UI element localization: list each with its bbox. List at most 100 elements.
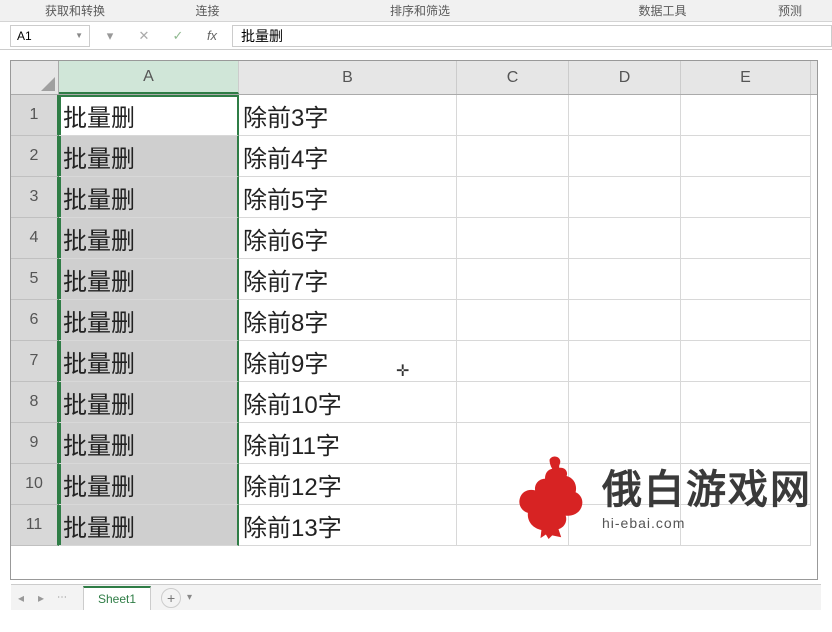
sheet-tab-bar: ◂ ▸ ⋯ Sheet1 + ▾ — [11, 584, 821, 610]
tab-prev-icon[interactable]: ◂ — [11, 591, 31, 605]
cell-b[interactable]: 除前10字 — [239, 382, 457, 423]
cell-d[interactable] — [569, 464, 681, 505]
table-row: 11批量删除前13字 — [11, 505, 817, 546]
ribbon-group-sort: 排序和筛选 — [265, 2, 575, 19]
row-header[interactable]: 6 — [11, 300, 59, 341]
col-header-e[interactable]: E — [681, 61, 811, 94]
col-header-c[interactable]: C — [457, 61, 569, 94]
cell-c[interactable] — [457, 464, 569, 505]
cell-b[interactable]: 除前12字 — [239, 464, 457, 505]
col-header-a[interactable]: A — [59, 61, 239, 94]
cancel-icon[interactable]: ✕ — [130, 25, 158, 47]
cell-d[interactable] — [569, 218, 681, 259]
cell-c[interactable] — [457, 382, 569, 423]
name-box-value: A1 — [17, 29, 32, 43]
row-header[interactable]: 9 — [11, 423, 59, 464]
tab-next-icon[interactable]: ▸ — [31, 591, 51, 605]
formula-dropdown[interactable]: ▾ — [96, 25, 124, 47]
cell-a[interactable]: 批量删 — [59, 95, 239, 136]
cell-a[interactable]: 批量删 — [59, 341, 239, 382]
cell-a[interactable]: 批量删 — [59, 382, 239, 423]
cell-d[interactable] — [569, 95, 681, 136]
cell-b[interactable]: 除前5字 — [239, 177, 457, 218]
cell-d[interactable] — [569, 259, 681, 300]
cell-d[interactable] — [569, 177, 681, 218]
cell-b[interactable]: 除前8字 — [239, 300, 457, 341]
cell-d[interactable] — [569, 300, 681, 341]
cell-e[interactable] — [681, 505, 811, 546]
sheet-tab[interactable]: Sheet1 — [83, 586, 151, 610]
select-all-corner[interactable] — [11, 61, 59, 94]
cell-c[interactable] — [457, 259, 569, 300]
cell-a[interactable]: 批量删 — [59, 177, 239, 218]
cell-b[interactable]: 除前7字 — [239, 259, 457, 300]
row-header[interactable]: 5 — [11, 259, 59, 300]
cell-e[interactable] — [681, 423, 811, 464]
row-header[interactable]: 11 — [11, 505, 59, 546]
cell-e[interactable] — [681, 341, 811, 382]
row-header[interactable]: 1 — [11, 95, 59, 136]
cell-d[interactable] — [569, 136, 681, 177]
formula-input[interactable]: 批量删 — [232, 25, 832, 47]
table-row: 7批量删除前9字 — [11, 341, 817, 382]
cell-a[interactable]: 批量删 — [59, 464, 239, 505]
cell-d[interactable] — [569, 423, 681, 464]
confirm-icon[interactable]: ✓ — [164, 25, 192, 47]
tab-list-icon[interactable]: ▾ — [187, 592, 192, 603]
cell-c[interactable] — [457, 423, 569, 464]
cell-a[interactable]: 批量删 — [59, 136, 239, 177]
ribbon-group-connect: 连接 — [150, 2, 265, 19]
ribbon-group-datatools: 数据工具 — [575, 2, 750, 19]
cell-e[interactable] — [681, 300, 811, 341]
row-header[interactable]: 3 — [11, 177, 59, 218]
formula-input-value: 批量删 — [241, 26, 283, 46]
cell-c[interactable] — [457, 136, 569, 177]
fx-icon[interactable]: fx — [198, 25, 226, 47]
table-row: 5批量删除前7字 — [11, 259, 817, 300]
cell-b[interactable]: 除前13字 — [239, 505, 457, 546]
col-header-d[interactable]: D — [569, 61, 681, 94]
tab-menu-icon[interactable]: ⋯ — [57, 592, 67, 603]
row-header[interactable]: 10 — [11, 464, 59, 505]
spreadsheet-grid[interactable]: A B C D E 1批量删除前3字2批量删除前4字3批量删除前5字4批量删除前… — [10, 60, 818, 580]
row-header[interactable]: 2 — [11, 136, 59, 177]
cell-e[interactable] — [681, 177, 811, 218]
cell-d[interactable] — [569, 505, 681, 546]
table-row: 6批量删除前8字 — [11, 300, 817, 341]
name-box-dropdown-icon[interactable]: ▼ — [75, 31, 83, 40]
cell-e[interactable] — [681, 136, 811, 177]
add-sheet-button[interactable]: + — [161, 588, 181, 608]
cell-a[interactable]: 批量删 — [59, 259, 239, 300]
cell-b[interactable]: 除前11字 — [239, 423, 457, 464]
row-header[interactable]: 4 — [11, 218, 59, 259]
table-row: 2批量删除前4字 — [11, 136, 817, 177]
cell-e[interactable] — [681, 95, 811, 136]
cell-e[interactable] — [681, 218, 811, 259]
cell-c[interactable] — [457, 177, 569, 218]
cell-a[interactable]: 批量删 — [59, 423, 239, 464]
row-header[interactable]: 7 — [11, 341, 59, 382]
cell-e[interactable] — [681, 464, 811, 505]
cell-d[interactable] — [569, 382, 681, 423]
cell-b[interactable]: 除前6字 — [239, 218, 457, 259]
table-row: 4批量删除前6字 — [11, 218, 817, 259]
cell-b[interactable]: 除前3字 — [239, 95, 457, 136]
table-row: 10批量删除前12字 — [11, 464, 817, 505]
col-header-b[interactable]: B — [239, 61, 457, 94]
cell-c[interactable] — [457, 505, 569, 546]
cell-a[interactable]: 批量删 — [59, 218, 239, 259]
cell-b[interactable]: 除前4字 — [239, 136, 457, 177]
cell-d[interactable] — [569, 341, 681, 382]
cell-a[interactable]: 批量删 — [59, 300, 239, 341]
cell-c[interactable] — [457, 95, 569, 136]
table-row: 9批量删除前11字 — [11, 423, 817, 464]
cell-c[interactable] — [457, 341, 569, 382]
cell-b[interactable]: 除前9字 — [239, 341, 457, 382]
cell-e[interactable] — [681, 259, 811, 300]
cell-e[interactable] — [681, 382, 811, 423]
cell-a[interactable]: 批量删 — [59, 505, 239, 546]
row-header[interactable]: 8 — [11, 382, 59, 423]
cell-c[interactable] — [457, 218, 569, 259]
name-box[interactable]: A1 ▼ — [10, 25, 90, 47]
cell-c[interactable] — [457, 300, 569, 341]
